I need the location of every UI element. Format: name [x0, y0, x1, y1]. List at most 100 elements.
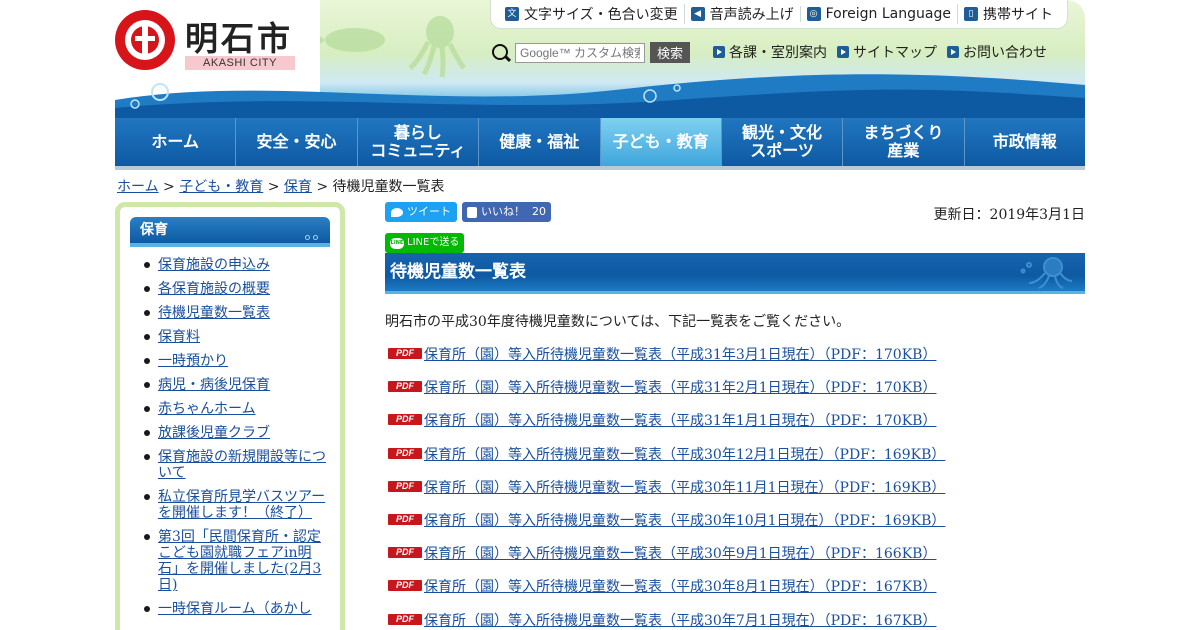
mobile-icon: ▯: [963, 7, 978, 21]
pdf-icon: PDF: [388, 447, 422, 459]
nav-city-info[interactable]: 市政情報: [965, 118, 1085, 166]
sidebar-link[interactable]: 待機児童数一覧表: [158, 305, 270, 321]
list-item: PDF 保育所（園）等入所待機児童数一覧表（平成31年2月1日現在）（PDF：17…: [388, 377, 1088, 410]
arrow-right-icon: [837, 46, 849, 58]
list-item: PDF 保育所（園）等入所待機児童数一覧表（平成31年1月1日現在）（PDF：17…: [388, 410, 1088, 443]
sidebar-item: 保育施設の申込み: [142, 257, 327, 273]
sidebar-link[interactable]: 放課後児童クラブ: [158, 425, 270, 441]
sidebar-item: 私立保育所見学バスツアーを開催します！（終了）: [142, 489, 327, 521]
search-input[interactable]: [515, 42, 645, 63]
sidebar-item: 一時保育ルーム（あかし: [142, 601, 327, 617]
global-nav: ホーム 安全・安心 暮らし コミュニティ 健康・福祉 子ども・教育 観光・文化 …: [115, 118, 1085, 166]
breadcrumb: ホーム > 子ども・教育 > 保育 > 待機児童数一覧表: [117, 176, 445, 196]
title-underline: [385, 291, 1085, 294]
speaker-icon: ◀: [690, 7, 705, 21]
pdf-link[interactable]: 保育所（園）等入所待機児童数一覧表（平成31年3月1日現在）（PDF：170KB…: [424, 344, 936, 364]
pdf-link[interactable]: 保育所（園）等入所待機児童数一覧表（平成30年11月1日現在）（PDF：169K…: [424, 477, 945, 497]
text-size-icon: 文: [505, 7, 519, 21]
nav-children-education[interactable]: 子ども・教育: [600, 118, 722, 166]
intro-text: 明石市の平成30年度待機児童数については、下記一覧表をご覧ください。: [385, 314, 851, 330]
header-sub-links: 各課・室別案内 サイトマップ お問い合わせ: [713, 42, 1057, 62]
search-bar: 検索: [491, 42, 690, 63]
pdf-link[interactable]: 保育所（園）等入所待機児童数一覧表（平成31年1月1日現在）（PDF：170KB…: [424, 410, 936, 430]
sitemap-link[interactable]: サイトマップ: [837, 42, 937, 62]
pdf-link[interactable]: 保育所（園）等入所待機児童数一覧表（平成30年12月1日現在）（PDF：169K…: [424, 444, 945, 464]
tweet-button[interactable]: ツイート: [385, 202, 457, 222]
nav-home[interactable]: ホーム: [115, 118, 237, 166]
sidebar-link[interactable]: 一時保育ルーム（あかし: [158, 601, 312, 617]
nav-safety[interactable]: 安全・安心: [236, 118, 358, 166]
list-item: PDF 保育所（園）等入所待機児童数一覧表（平成30年7月1日現在）（PDF：16…: [388, 610, 1088, 630]
like-count: 20: [532, 205, 546, 218]
sidebar-link[interactable]: 赤ちゃんホーム: [158, 401, 256, 417]
search-button[interactable]: 検索: [650, 42, 690, 63]
octopus-icon: [1020, 257, 1073, 289]
list-item: PDF 保育所（園）等入所待機児童数一覧表（平成30年12月1日現在）（PDF：1…: [388, 444, 1088, 477]
pdf-icon: PDF: [388, 348, 422, 359]
pdf-link[interactable]: 保育所（園）等入所待機児童数一覧表（平成30年9月1日現在）（PDF：166KB…: [424, 543, 936, 563]
util-foreign-language[interactable]: ◎ Foreign Language: [799, 6, 957, 22]
thumbs-up-icon: [467, 206, 477, 218]
search-icon: [491, 43, 511, 63]
list-item: PDF 保育所（園）等入所待機児童数一覧表（平成31年3月1日現在）（PDF：17…: [388, 344, 1088, 377]
line-logo-icon: LINE: [390, 237, 404, 249]
util-mobile-site[interactable]: ▯ 携帯サイト: [956, 4, 1059, 24]
pdf-icon: PDF: [388, 547, 422, 559]
pdf-link[interactable]: 保育所（園）等入所待機児童数一覧表（平成30年10月1日現在）（PDF：169K…: [424, 510, 945, 530]
pdf-icon: PDF: [388, 580, 422, 592]
breadcrumb-separator: >: [163, 179, 175, 195]
list-item: PDF 保育所（園）等入所待機児童数一覧表（平成30年9月1日現在）（PDF：16…: [388, 543, 1088, 576]
sidebar-item: 病児・病後児保育: [142, 377, 327, 393]
bubbles-decoration: [302, 223, 318, 249]
globe-icon: ◎: [806, 7, 821, 21]
breadcrumb-separator: >: [267, 179, 280, 195]
sidebar-item: 赤ちゃんホーム: [142, 401, 327, 417]
city-logo[interactable]: 明石市 AKASHI CITY: [115, 8, 305, 72]
arrow-right-icon: [713, 46, 725, 58]
pdf-link[interactable]: 保育所（園）等入所待機児童数一覧表（平成30年8月1日現在）（PDF：167KB…: [424, 576, 936, 596]
sidebar: 保育 保育施設の申込み 各保育施設の概要 待機児童数一覧表 保育料 一時預かり …: [115, 202, 345, 630]
breadcrumb-separator: >: [316, 179, 329, 195]
breadcrumb-home[interactable]: ホーム: [117, 179, 159, 195]
logo-text: 明石市: [185, 19, 293, 58]
pdf-icon: PDF: [388, 381, 422, 393]
nav-health-welfare[interactable]: 健康・福祉: [479, 118, 601, 166]
sidebar-item: 第3回「民間保育所・認定こども園就職フェアin明石」を開催しました(2月3日): [142, 529, 327, 593]
pdf-link[interactable]: 保育所（園）等入所待機児童数一覧表（平成31年2月1日現在）（PDF：170KB…: [424, 377, 936, 397]
sidebar-item: 待機児童数一覧表: [142, 305, 327, 321]
nav-living-community[interactable]: 暮らし コミュニティ: [358, 118, 480, 166]
pdf-link[interactable]: 保育所（園）等入所待機児童数一覧表（平成30年7月1日現在）（PDF：167KB…: [424, 610, 936, 630]
utility-bar: 文 文字サイズ・色合い変更 ◀ 音声読み上げ ◎ Foreign Languag…: [491, 0, 1067, 28]
page-title: 待機児童数一覧表: [385, 253, 1085, 291]
nav-tourism-culture-sports[interactable]: 観光・文化 スポーツ: [722, 118, 844, 166]
breadcrumb-childcare[interactable]: 保育: [284, 179, 312, 195]
sidebar-list: 保育施設の申込み 各保育施設の概要 待機児童数一覧表 保育料 一時預かり 病児・…: [142, 257, 327, 625]
social-buttons: ツイート いいね！ 20: [385, 202, 551, 222]
sidebar-link[interactable]: 各保育施設の概要: [158, 281, 270, 297]
sidebar-link[interactable]: 保育施設の新規開設等について: [158, 449, 326, 481]
sidebar-link[interactable]: 私立保育所見学バスツアーを開催します！（終了）: [158, 489, 325, 521]
sidebar-link[interactable]: 第3回「民間保育所・認定こども園就職フェアin明石」を開催しました(2月3日): [158, 529, 321, 593]
nav-city-planning-industry[interactable]: まちづくり 産業: [843, 118, 965, 166]
dept-guide-link[interactable]: 各課・室別案内: [713, 42, 827, 62]
util-text-size[interactable]: 文 文字サイズ・色合い変更: [499, 4, 684, 24]
sidebar-link[interactable]: 病児・病後児保育: [158, 377, 270, 393]
contact-link[interactable]: お問い合わせ: [947, 42, 1047, 62]
breadcrumb-children-education[interactable]: 子ども・教育: [179, 179, 263, 195]
line-share-button[interactable]: LINE LINEで送る: [385, 233, 465, 253]
nav-shadow: [115, 166, 1085, 170]
breadcrumb-current: 待機児童数一覧表: [332, 179, 445, 195]
sidebar-heading: 保育: [130, 217, 330, 247]
sidebar-item: 保育施設の新規開設等について: [142, 449, 327, 481]
pdf-link-list: PDF 保育所（園）等入所待機児童数一覧表（平成31年3月1日現在）（PDF：17…: [388, 344, 1088, 630]
sidebar-link[interactable]: 一時預かり: [158, 353, 228, 369]
sidebar-link[interactable]: 保育料: [158, 329, 200, 345]
facebook-like-button[interactable]: いいね！ 20: [462, 202, 551, 222]
arrow-right-icon: [947, 46, 959, 58]
util-read-aloud[interactable]: ◀ 音声読み上げ: [683, 4, 800, 24]
sidebar-item: 各保育施設の概要: [142, 281, 327, 297]
sidebar-item: 保育料: [142, 329, 327, 345]
sidebar-link[interactable]: 保育施設の申込み: [158, 257, 270, 273]
pdf-icon: PDF: [388, 480, 422, 492]
list-item: PDF 保育所（園）等入所待機児童数一覧表（平成30年11月1日現在）（PDF：1…: [388, 477, 1088, 510]
